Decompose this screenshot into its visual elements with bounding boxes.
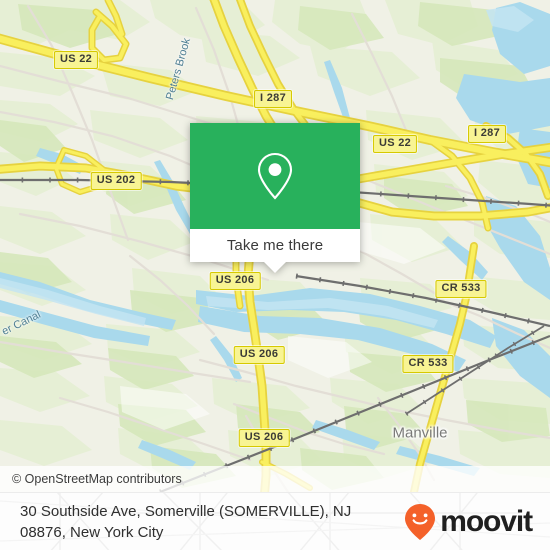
destination-popup-card[interactable]: Take me there: [190, 123, 360, 273]
moovit-brand[interactable]: moovit: [403, 503, 533, 541]
road-shield: CR 533: [402, 355, 454, 373]
address-text: 30 Southside Ave, Somerville (SOMERVILLE…: [20, 501, 351, 543]
moovit-pin-smiley-icon: [405, 504, 436, 540]
place-label-manville: Manville: [392, 424, 448, 442]
road-shield: US 206: [238, 429, 290, 447]
address-line-1: 30 Southside Ave, Somerville (SOMERVILLE…: [20, 503, 352, 520]
road-shield: US 206: [209, 272, 261, 290]
road-shield: US 22: [372, 135, 418, 153]
moovit-map-screenshot: US 22 I 287 US 22 I 287 US 202 US 206 CR…: [0, 0, 550, 550]
moovit-wordmark: moovit: [440, 505, 533, 538]
popup-header: [190, 123, 360, 229]
take-me-there-label: Take me there: [226, 237, 324, 254]
map-pin-icon: [257, 152, 293, 200]
map-canvas[interactable]: US 22 I 287 US 22 I 287 US 202 US 206 CR…: [0, 0, 550, 492]
footer-bar: 30 Southside Ave, Somerville (SOMERVILLE…: [0, 492, 550, 550]
map-attribution-bar: © OpenStreetMap contributors: [0, 466, 550, 492]
popup-pointer-tail: [264, 262, 286, 273]
road-shield: US 22: [53, 51, 99, 69]
road-shield: CR 533: [435, 280, 487, 298]
road-shield: I 287: [468, 125, 506, 143]
road-shield: US 206: [233, 346, 285, 364]
road-shield: US 202: [90, 172, 142, 190]
attribution-text[interactable]: © OpenStreetMap contributors: [0, 472, 182, 486]
popup-action-row[interactable]: Take me there: [190, 229, 360, 262]
road-shield: I 287: [254, 90, 292, 108]
address-line-2: 08876, New York City: [20, 524, 164, 541]
